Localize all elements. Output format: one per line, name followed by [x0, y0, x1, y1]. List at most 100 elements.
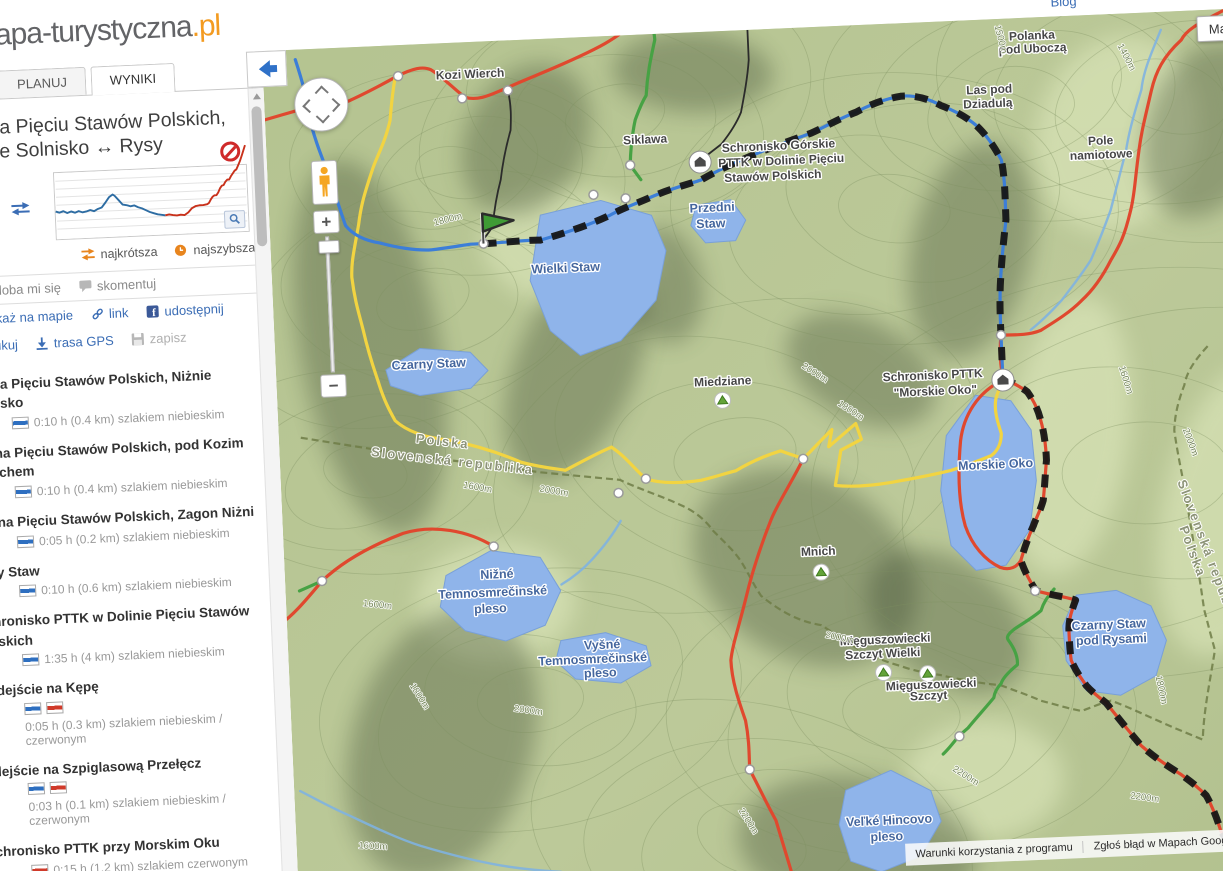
map-label: pleso [584, 665, 618, 680]
map-label: Staw [696, 216, 726, 231]
trail-junction-dot [456, 93, 468, 104]
legend-label: najkrótsza [100, 244, 158, 262]
social-link-pokaż-na-mapie[interactable]: pokaż na mapie [0, 307, 73, 327]
mountain-hut-icon [688, 150, 712, 174]
map-label: pleso [870, 829, 904, 844]
pegman-control[interactable] [310, 159, 339, 206]
trail-junction-dot [744, 764, 755, 775]
route-step[interactable]: Dolina Pięciu Stawów Polskich, pod Kozim… [0, 432, 267, 501]
social-link-skomentuj[interactable]: skomentuj [79, 275, 157, 294]
trail-junction-dot [640, 473, 652, 484]
trail-junction-dot [624, 159, 636, 171]
social-label: pokaż na mapie [0, 307, 74, 327]
map-canvas[interactable]: Kozi Wierch Siklawa Schronisko Górskie PTTK… [261, 5, 1223, 871]
trail-marker-blue-icon [27, 782, 46, 796]
map-label: Miedziane [694, 373, 752, 390]
route-step[interactable]: Odejście na Szpiglasową Przełęcz 0:03 h (… [0, 750, 281, 830]
route-step[interactable]: Schronisko PTTK w Dolinie Pięciu Stawów … [0, 600, 274, 669]
chart-zoom-button[interactable] [223, 209, 246, 229]
nav-blog-link[interactable]: Blog [1050, 0, 1077, 10]
route-step[interactable]: Mały Staw 0:10 h (0.6 km) szlakiem niebie… [0, 551, 271, 600]
browser-viewport: mapa-turystyczna.pl Blog PLANUJ WYNIKI D… [0, 0, 1223, 871]
social-label: trasa GPS [53, 332, 115, 351]
map-type-button[interactable]: Mapa [1196, 12, 1223, 43]
legend-item: najkrótsza [80, 245, 158, 262]
route-step[interactable]: Schronisko PTTK przy Morskim Oku 0:15 h (… [0, 830, 283, 871]
route-step[interactable]: Dolina Pięciu Stawów Polskich, Niżnie So… [0, 363, 264, 432]
logo-text: mapa-turystyczna [0, 10, 193, 53]
route-step[interactable]: Podejście na Kępę 0:05 h (0.3 km) szlakie… [0, 669, 278, 749]
trail-marker-blue-icon [14, 485, 33, 499]
trail-marker-blue-icon [21, 653, 40, 667]
trail-marker-blue-icon [16, 535, 35, 548]
map-label: Przedni [689, 200, 735, 216]
social-label: link [108, 304, 129, 321]
profile-legend: najkrótsza najszybsza [80, 240, 256, 262]
trail-junction-dot [620, 193, 631, 204]
trail-junction-dot [797, 453, 809, 465]
step-detail: 0:05 h (0.3 km) szlakiem niebieskim / cz… [24, 692, 266, 748]
social-label: skomentuj [96, 275, 157, 294]
map-label: pleso [474, 601, 508, 616]
map-label: Kozi Wierch [436, 66, 505, 83]
map-label: Pole [1088, 133, 1114, 148]
social-label: podoba mi się [0, 279, 62, 299]
social-link-podoba-mi-się[interactable]: podoba mi się [0, 280, 61, 299]
zoom-out-button[interactable]: − [320, 373, 348, 398]
peak-icon [714, 391, 732, 409]
trail-junction-dot [488, 541, 499, 552]
trail-marker-red-icon [31, 864, 49, 871]
pan-right-icon[interactable] [326, 97, 341, 113]
map-label: namiotowe [1070, 146, 1134, 163]
trail-marker-blue-icon [24, 702, 42, 715]
page: mapa-turystyczna.pl Blog PLANUJ WYNIKI D… [0, 0, 1223, 871]
mountain-hut-icon [991, 368, 1015, 392]
step-detail-text: 0:03 h (0.1 km) szlakiem niebieskim / cz… [28, 791, 227, 829]
logo-tld: .pl [190, 8, 221, 44]
terms-link[interactable]: Warunki korzystania z programu [905, 841, 1083, 861]
legend-label: najszybsza [193, 240, 256, 257]
save-icon [131, 332, 145, 346]
trail-marker-red-icon [46, 701, 64, 714]
social-label: udostępnij [164, 300, 224, 319]
elevation-profile-row [9, 144, 256, 242]
report-error-link[interactable]: Zgłoś błąd w Mapach Google [1082, 833, 1223, 854]
pan-up-icon[interactable] [314, 85, 329, 100]
trail-junction-dot [995, 329, 1007, 341]
scrollbar-up-arrow[interactable] [252, 93, 261, 100]
swap-arrows-icon [11, 201, 30, 216]
zoom-slider-handle[interactable] [318, 239, 340, 254]
route-steps-list: Dolina Pięciu Stawów Polskich, Niżnie So… [0, 363, 285, 871]
link-icon [92, 308, 103, 320]
trail-marker-red-icon [49, 781, 68, 795]
social-link-zapisz[interactable]: zapisz [131, 329, 187, 346]
pan-down-icon[interactable] [315, 109, 330, 124]
elevation-profile-chart[interactable] [52, 144, 250, 240]
site-logo[interactable]: mapa-turystyczna.pl [0, 9, 221, 54]
peak-icon [812, 563, 830, 581]
social-link-udostępnij[interactable]: f udostępnij [146, 301, 224, 319]
social-link-link[interactable]: link [91, 305, 129, 322]
social-label: zapisz [149, 329, 187, 346]
trail-junction-dot [1029, 585, 1041, 597]
sidebar-collapse-button[interactable] [245, 50, 288, 88]
tab-planuj[interactable]: PLANUJ [0, 66, 87, 99]
trail-junction-dot [316, 575, 328, 587]
scrollbar-thumb[interactable] [251, 106, 268, 247]
trail-marker-blue-icon [18, 584, 37, 598]
tab-wyniki[interactable]: WYNIKI [90, 62, 176, 96]
trail-junction-dot [392, 70, 404, 82]
trail-junction-dot [502, 85, 514, 96]
swap-arrows-icon [81, 248, 95, 261]
comment-icon [79, 280, 92, 292]
map-label: 1600m [358, 840, 388, 852]
pan-left-icon[interactable] [302, 98, 317, 114]
route-step[interactable]: Dolina Pięciu Stawów Polskich, Zagon Niż… [0, 501, 269, 550]
route-title: Dolina Pięciu Stawów Polskich, Niżnie So… [0, 106, 227, 165]
swap-direction-button[interactable] [9, 172, 56, 242]
social-link-trasa-GPS[interactable]: trasa GPS [36, 332, 115, 351]
zoom-in-button[interactable]: + [312, 209, 340, 234]
step-detail: 0:03 h (0.1 km) szlakiem niebieskim / cz… [27, 773, 270, 829]
social-link-drukuj[interactable]: drukuj [0, 337, 18, 354]
map-label: Dziadulą [963, 95, 1013, 111]
